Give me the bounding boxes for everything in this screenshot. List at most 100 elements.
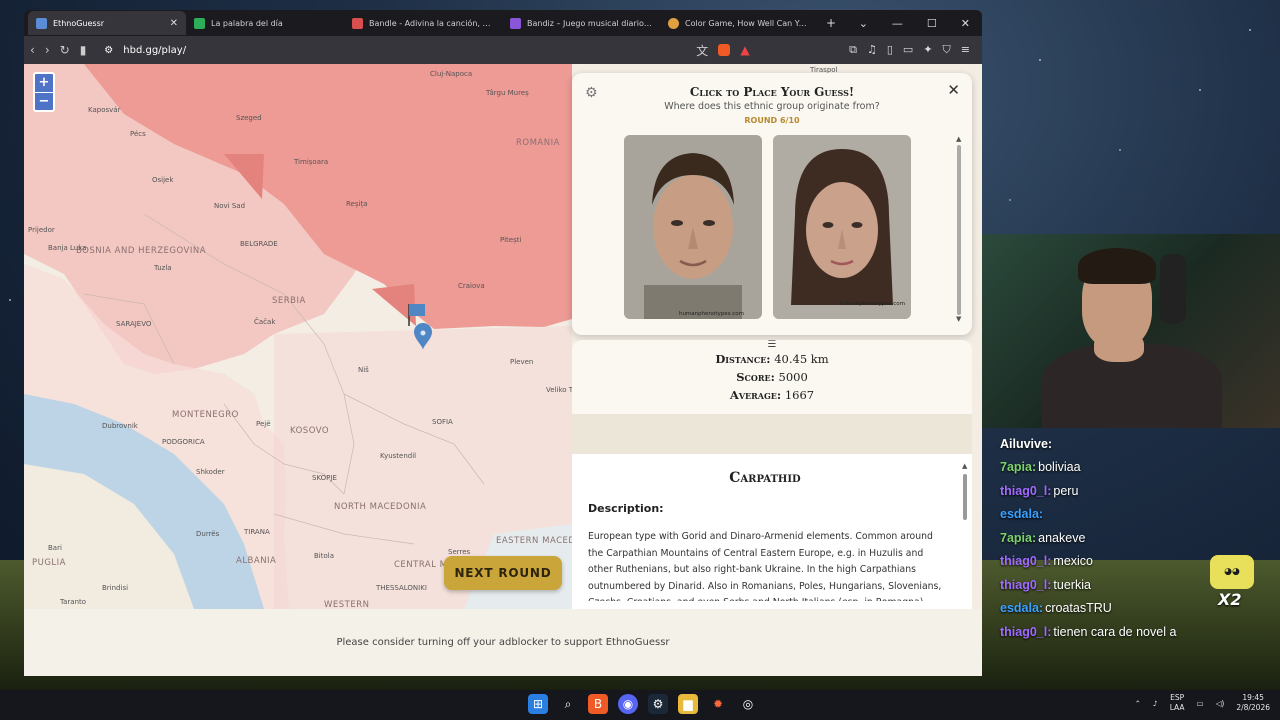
zoom-in-button[interactable]: + [35,74,53,92]
guess-flag-marker[interactable] [408,304,425,326]
tab-la-palabra[interactable]: La palabra del día [186,11,344,35]
city-label: Pleven [510,358,534,366]
tab-list-chevron-icon[interactable]: ⌄ [859,17,868,30]
media-icon[interactable]: ♫ [867,43,877,57]
headphones-icon [1160,254,1186,324]
country-label-north-macedonia: NORTH MACEDONIA [334,502,427,512]
ethnic-group-name: Carpathid [729,470,801,486]
scroll-down-icon[interactable]: ▼ [956,315,961,323]
tab-bar: EthnoGuessr ✕ La palabra del día Bandle … [24,10,982,36]
extensions-icon[interactable]: ⧉ [849,43,857,57]
country-label-bosnia: BOSNIA AND HERZEGOVINA [76,246,207,256]
city-label: TIRANA [244,528,270,536]
chat-username: 7apia: [1000,530,1037,545]
minimize-icon[interactable]: — [892,17,903,30]
webcam-hand-shape [1094,332,1144,362]
city-label: Banja Luka [48,244,87,252]
translate-icon[interactable]: 文 [696,42,708,59]
result-panel: ☰ Distance: 40.45 km Score: 5000 Average… [572,340,972,610]
city-label: Timișoara [294,158,329,166]
close-panel-icon[interactable]: ✕ [947,81,960,99]
leo-ai-icon[interactable]: ✦ [923,43,932,57]
streamer-webcam [982,234,1280,428]
chat-message: thiag0_l: peru [1000,479,1280,503]
chat-username: esdala: [1000,507,1044,522]
site-info-icon[interactable]: ⚙ [104,45,113,56]
chat-username: 7apia: [1000,460,1037,475]
sidebar-icon[interactable]: ▯ [887,43,893,57]
city-label: Osijek [152,176,174,184]
zoom-control: + − [33,72,55,112]
reload-icon[interactable]: ↻ [60,43,70,57]
tab-color-game[interactable]: Color Game, How Well Can You Rem [660,11,818,35]
scroll-up-icon[interactable]: ▲ [956,135,961,143]
close-window-icon[interactable]: ✕ [961,17,970,30]
start-menu-icon[interactable]: ⊞ [528,694,548,714]
forward-icon[interactable]: › [45,43,50,57]
city-label: Szeged [236,114,262,122]
language-code: ESP [1170,693,1185,702]
brave-shields-icon[interactable] [718,44,731,56]
url-field[interactable]: ⚙ hbd.gg/play/ [96,39,686,61]
guess-subtitle: Where does this ethnic group originate f… [664,101,880,112]
brave-browser-icon[interactable]: B [588,694,608,714]
brave-rewards-icon[interactable]: ▲ [740,43,749,57]
volume-icon[interactable]: ◁) [1216,699,1225,708]
scroll-up-icon[interactable]: ▲ [962,462,967,470]
distance-label: Distance: [715,352,771,366]
chat-text: tuerkia [1053,577,1091,592]
tray-overflow-chevron-icon[interactable]: ⌃ [1135,699,1141,708]
network-icon[interactable]: ▭ [1197,699,1204,708]
new-tab-button[interactable]: + [826,16,836,30]
microphone-icon[interactable]: ♪ [1153,699,1158,708]
tab-label: Bandiz – Juego musical diario, pista [527,18,652,28]
city-label: Pejë [256,420,271,428]
app-burst-icon[interactable]: ✹ [708,694,728,714]
guess-title: Click to Place Your Guess! [689,85,855,99]
score-stats: Distance: 40.45 km Score: 5000 Average: … [572,350,972,404]
tab-bandiz[interactable]: Bandiz – Juego musical diario, pista [502,11,660,35]
back-icon[interactable]: ‹ [30,43,35,57]
city-label: Cluj-Napoca [430,70,473,78]
drag-handle-icon[interactable]: ☰ [572,340,972,350]
country-label-albania: ALBANIA [236,556,277,566]
obs-icon[interactable]: ◎ [738,694,758,714]
windows-taskbar: ⊞ ⌕ B ◉ ⚙ ▆ ✹ ◎ ⌃ ♪ ESP LAA ▭ ◁) 19:45 2… [0,690,1280,720]
bookmark-icon[interactable]: ▮ [80,43,87,57]
scrollbar-thumb[interactable] [957,145,961,315]
ethnoguessr-favicon-icon [36,17,47,29]
address-bar-row: ‹ › ↻ ▮ ⚙ hbd.gg/play/ 文 ▲ ⧉ ♫ ▯ ▭ ✦ ⛉ ≡ [24,36,982,64]
city-label: Tuzla [154,264,172,272]
chat-username: thiag0_l: [1000,577,1052,592]
city-label: Târgu Mureș [486,89,529,97]
city-label: Bitola [314,552,335,560]
average-label: Average: [729,388,782,402]
tab-ethnoguessr[interactable]: EthnoGuessr ✕ [28,11,186,35]
description-scrollbar[interactable]: ▲ [962,462,968,602]
city-label: Čačak [254,318,276,326]
webcam-hair-shape [1078,248,1156,284]
next-round-button[interactable]: NEXT ROUND [444,556,562,590]
chat-message: thiag0_l: tienen cara de novel a [1000,620,1280,644]
discord-icon[interactable]: ◉ [618,694,638,714]
tab-bandle[interactable]: Bandle - Adivina la canción, un instr [344,11,502,35]
city-label: Niš [358,366,369,374]
images-scrollbar[interactable]: ▲ ▼ [956,135,962,323]
city-label: Shkoder [196,468,225,476]
language-indicator[interactable]: ESP LAA [1170,693,1185,713]
chat-message: Ailuvive: [1000,432,1280,456]
maximize-icon[interactable]: ☐ [927,17,937,30]
vpn-shield-icon[interactable]: ⛉ [943,43,951,57]
file-explorer-icon[interactable]: ▆ [678,694,698,714]
wallet-icon[interactable]: ▭ [903,43,913,57]
score-label: Score: [736,370,775,384]
steam-icon[interactable]: ⚙ [648,694,668,714]
search-icon[interactable]: ⌕ [558,694,578,714]
close-tab-icon[interactable]: ✕ [170,18,178,29]
zoom-out-button[interactable]: − [35,92,53,110]
menu-icon[interactable]: ≡ [961,43,970,57]
settings-gear-icon[interactable]: ⚙ [585,85,598,101]
system-clock[interactable]: 19:45 2/8/2026 [1236,693,1270,713]
scrollbar-thumb[interactable] [963,474,967,520]
tab-label: Bandle - Adivina la canción, un instr [369,18,494,28]
